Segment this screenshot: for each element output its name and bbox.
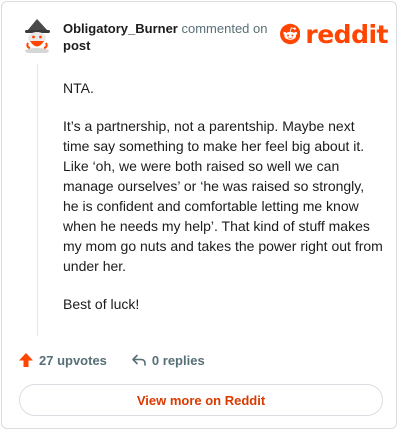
- replies-button[interactable]: 0 replies: [131, 352, 205, 368]
- thread-line[interactable]: [37, 64, 38, 336]
- comment-header: Obligatory_Burner commented on post: [63, 20, 273, 54]
- reddit-wordmark: reddit: [305, 19, 388, 49]
- action-text: commented on: [181, 21, 268, 36]
- view-more-button[interactable]: View more on Reddit: [19, 384, 383, 416]
- comment-paragraph: It’s a partnership, not a parentship. Ma…: [63, 118, 383, 274]
- reply-arrow-icon: [132, 354, 146, 366]
- upvote-arrow-icon: [19, 353, 33, 367]
- username-link[interactable]: Obligatory_Burner: [63, 21, 178, 36]
- embedded-comment-card: Obligatory_Burner commented on post redd…: [1, 1, 397, 429]
- post-link[interactable]: post: [63, 37, 273, 54]
- reply-count: 0 replies: [151, 352, 205, 368]
- comment-paragraph: Best of luck!: [63, 296, 140, 312]
- snoo-wizard-avatar-icon: [25, 19, 50, 54]
- upvote-button[interactable]: 27 upvotes: [18, 352, 107, 368]
- comment-actions: 27 upvotes 0 replies: [18, 350, 205, 370]
- user-avatar[interactable]: [19, 17, 55, 54]
- comment-body: NTA. It’s a partnership, not a parentshi…: [63, 78, 383, 332]
- reddit-snoo-icon: [280, 23, 301, 45]
- upvote-count: 27 upvotes: [39, 352, 107, 368]
- comment-paragraph: NTA.: [63, 80, 94, 96]
- reddit-logo[interactable]: reddit: [280, 19, 388, 49]
